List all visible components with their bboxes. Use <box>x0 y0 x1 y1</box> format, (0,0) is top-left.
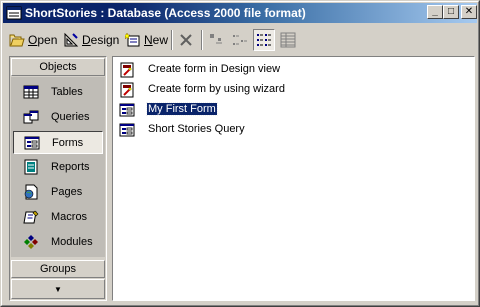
list-item-label: Create form in Design view <box>148 63 281 75</box>
chevron-down-icon: ▼ <box>54 284 62 294</box>
toolbar-separator <box>171 30 173 50</box>
maximize-button[interactable]: □ <box>443 5 459 19</box>
sidebar-item-pages[interactable]: Pages <box>13 181 103 204</box>
maximize-icon: □ <box>447 6 455 17</box>
groups-header-button[interactable]: Groups <box>11 260 105 278</box>
delete-button[interactable] <box>175 29 197 51</box>
objects-header-button[interactable]: Objects <box>11 58 105 76</box>
design-icon <box>64 32 79 47</box>
sidebar-item-label: Modules <box>51 236 93 248</box>
sidebar-item-label: Reports <box>51 161 90 173</box>
window-title: ShortStories : Database (Access 2000 fil… <box>25 6 306 20</box>
list-item-label: Create form by using wizard <box>148 83 285 95</box>
sidebar-item-reports[interactable]: Reports <box>13 156 103 179</box>
sidebar-item-label: Tables <box>51 86 83 98</box>
title-bar[interactable]: ShortStories : Database (Access 2000 fil… <box>3 3 477 23</box>
small-icons-view-button[interactable] <box>229 29 251 51</box>
sidebar-item-forms[interactable]: Forms <box>13 131 103 154</box>
open-button[interactable]: Open <box>9 29 57 51</box>
sidebar-item-queries[interactable]: Queries <box>13 106 103 129</box>
query-icon <box>23 110 39 124</box>
list-item-label: My First Form <box>146 102 218 116</box>
open-label: Open <box>28 33 58 47</box>
sidebar-scroll-button[interactable]: ▼ <box>11 279 105 299</box>
toolbar: Open Design New <box>5 27 477 53</box>
sidebar-item-label: Forms <box>52 137 84 149</box>
database-icon <box>6 6 22 20</box>
page-icon <box>24 184 38 200</box>
macro-icon <box>23 210 39 224</box>
list-item-label: Short Stories Query <box>148 123 245 135</box>
sidebar-item-tables[interactable]: Tables <box>13 81 103 104</box>
minimize-button[interactable]: _ <box>427 5 443 19</box>
close-button[interactable]: ✕ <box>461 5 477 19</box>
small-icons-view-icon <box>233 35 247 45</box>
sidebar-item-label: Queries <box>51 111 90 123</box>
details-view-icon <box>280 32 296 48</box>
minimize-icon: _ <box>432 6 438 17</box>
close-icon: ✕ <box>464 6 474 17</box>
open-icon <box>9 34 25 47</box>
form-icon <box>119 103 135 117</box>
wizard-icon <box>120 62 134 78</box>
wizard-icon <box>120 82 134 98</box>
new-icon <box>125 32 140 47</box>
new-label: New <box>144 33 169 47</box>
design-button[interactable]: Design <box>63 29 119 51</box>
module-icon <box>24 235 38 249</box>
object-list-pane: Create form in Design view Create form b… <box>112 56 475 301</box>
design-label: Design <box>82 33 120 47</box>
sidebar-item-macros[interactable]: Macros <box>13 206 103 229</box>
sidebar-item-label: Macros <box>51 211 88 223</box>
objects-bar: Objects Tables Queries Forms Reports Pag… <box>9 56 107 301</box>
list-view-icon <box>257 34 271 46</box>
objects-list: Tables Queries Forms Reports Pages Macro… <box>11 77 105 257</box>
toolbar-separator <box>201 30 203 50</box>
database-window: ShortStories : Database (Access 2000 fil… <box>0 0 480 307</box>
large-icons-view-button[interactable] <box>205 29 227 51</box>
sidebar-item-label: Pages <box>51 186 83 198</box>
large-icons-view-icon <box>210 34 222 44</box>
report-icon <box>24 159 38 175</box>
form-icon <box>119 123 135 137</box>
form-icon <box>24 136 40 150</box>
details-view-button[interactable] <box>277 29 299 51</box>
new-button[interactable]: New <box>125 29 168 51</box>
delete-icon <box>180 34 192 46</box>
sidebar-item-modules[interactable]: Modules <box>13 231 103 254</box>
list-view-button[interactable] <box>253 29 275 51</box>
table-icon <box>23 85 39 99</box>
